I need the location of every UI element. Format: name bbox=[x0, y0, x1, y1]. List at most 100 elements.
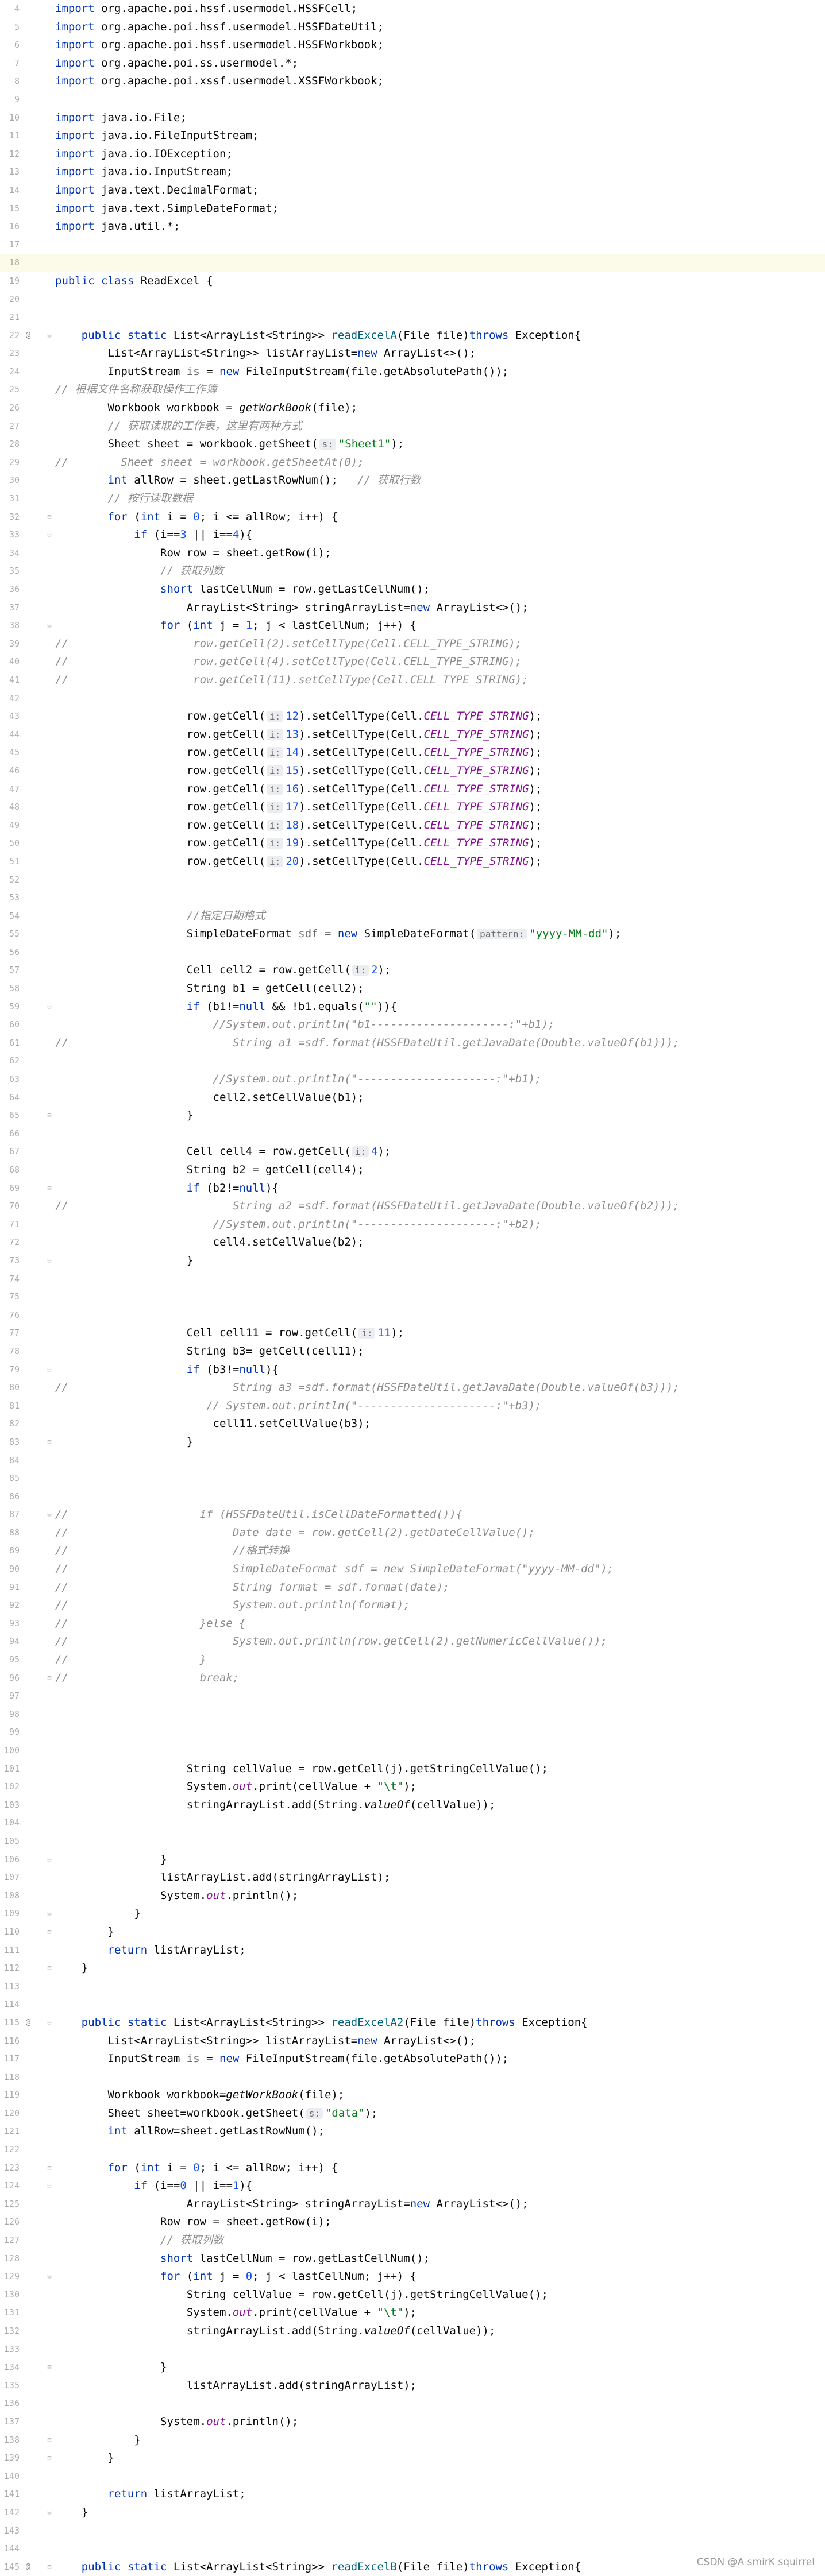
code-line[interactable]: 104 bbox=[0, 1814, 825, 1832]
code-line[interactable]: 83 ⊟ } bbox=[0, 1433, 825, 1452]
code-line[interactable]: 126 Row row = sheet.getRow(i); bbox=[0, 2213, 825, 2231]
code-line[interactable]: 18 bbox=[0, 254, 825, 272]
code-line[interactable]: 131 System.out.print(cellValue + "\t"); bbox=[0, 2304, 825, 2322]
code-line[interactable]: 11 import java.io.FileInputStream; bbox=[0, 127, 825, 145]
code-line[interactable]: 144 bbox=[0, 2540, 825, 2558]
code-line[interactable]: 124 ⊟ if (i==0 || i==1){ bbox=[0, 2177, 825, 2195]
code-line[interactable]: 113 bbox=[0, 1978, 825, 1996]
code-line[interactable]: 46 row.getCell(i: 15).setCellType(Cell.CE… bbox=[0, 762, 825, 780]
code-line[interactable]: 29 // Sheet sheet = workbook.getSheetAt(0… bbox=[0, 454, 825, 472]
fold-toggle-icon[interactable]: ⊟ bbox=[45, 1851, 53, 1869]
code-line[interactable]: 115 @ ⊟ public static List<ArrayList<Strin… bbox=[0, 2014, 825, 2032]
code-line[interactable]: 89 // //格式转换 bbox=[0, 1542, 825, 1560]
fold-toggle-icon[interactable]: ⊟ bbox=[45, 2358, 53, 2377]
code-line[interactable]: 91 // String format = sdf.format(date); bbox=[0, 1579, 825, 1597]
code-line[interactable]: 65 ⊟ } bbox=[0, 1107, 825, 1125]
code-line[interactable]: 53 bbox=[0, 889, 825, 907]
code-line[interactable]: 101 String cellValue = row.getCell(j).ge… bbox=[0, 1760, 825, 1778]
code-line[interactable]: 88 // Date date = row.getCell(2).getDateC… bbox=[0, 1524, 825, 1542]
code-line[interactable]: 68 String b2 = getCell(cell4); bbox=[0, 1161, 825, 1179]
fold-toggle-icon[interactable]: ⊟ bbox=[45, 2431, 53, 2450]
code-line[interactable]: 7 import org.apache.poi.ss.usermodel.*; bbox=[0, 55, 825, 73]
code-line[interactable]: 66 bbox=[0, 1125, 825, 1143]
code-line[interactable]: 106 ⊟ } bbox=[0, 1851, 825, 1869]
fold-toggle-icon[interactable]: ⊟ bbox=[45, 327, 53, 345]
code-line[interactable]: 55 SimpleDateFormat sdf = new SimpleDate… bbox=[0, 925, 825, 943]
code-line[interactable]: 129 ⊟ for (int j = 0; j < lastCellNum; j+… bbox=[0, 2268, 825, 2286]
code-line[interactable]: 57 Cell cell2 = row.getCell(i: 2); bbox=[0, 961, 825, 980]
code-line[interactable]: 5 import org.apache.poi.hssf.usermodel.HS… bbox=[0, 18, 825, 37]
code-line[interactable]: 9 bbox=[0, 91, 825, 109]
code-line[interactable]: 16 import java.util.*; bbox=[0, 218, 825, 236]
code-line[interactable]: 39 // row.getCell(2).setCellType(Cell.CEL… bbox=[0, 635, 825, 653]
code-line[interactable]: 20 bbox=[0, 291, 825, 309]
code-line[interactable]: 76 bbox=[0, 1306, 825, 1325]
fold-toggle-icon[interactable]: ⊟ bbox=[45, 1905, 53, 1923]
fold-toggle-icon[interactable]: ⊟ bbox=[45, 2014, 53, 2032]
code-line[interactable]: 102 System.out.print(cellValue + "\t"); bbox=[0, 1778, 825, 1796]
fold-toggle-icon[interactable]: ⊟ bbox=[45, 1252, 53, 1270]
code-line[interactable]: 6 import org.apache.poi.hssf.usermodel.HS… bbox=[0, 36, 825, 55]
code-line[interactable]: 14 import java.text.DecimalFormat; bbox=[0, 181, 825, 200]
code-line[interactable]: 19 public class ReadExcel { bbox=[0, 272, 825, 291]
code-line[interactable]: 141 return listArrayList; bbox=[0, 2485, 825, 2504]
code-line[interactable]: 72 cell4.setCellValue(b2); bbox=[0, 1233, 825, 1252]
code-line[interactable]: 79 ⊟ if (b3!=null){ bbox=[0, 1361, 825, 1379]
code-line[interactable]: 61 // String a1 =sdf.format(HSSFDateUtil.… bbox=[0, 1034, 825, 1053]
code-line[interactable]: 77 Cell cell11 = row.getCell(i: 11); bbox=[0, 1324, 825, 1343]
code-line[interactable]: 136 bbox=[0, 2395, 825, 2413]
code-line[interactable]: 27 // 获取读取的工作表，这里有两种方式 bbox=[0, 417, 825, 436]
fold-toggle-icon[interactable]: ⊟ bbox=[45, 617, 53, 635]
code-line[interactable]: 125 ArrayList<String> stringArrayList=ne… bbox=[0, 2195, 825, 2214]
code-line[interactable]: 94 // System.out.println(row.getCell(2).g… bbox=[0, 1633, 825, 1651]
code-line[interactable]: 42 bbox=[0, 690, 825, 708]
code-line[interactable]: 130 String cellValue = row.getCell(j).ge… bbox=[0, 2286, 825, 2304]
fold-toggle-icon[interactable]: ⊟ bbox=[45, 2504, 53, 2522]
code-line[interactable]: 10 import java.io.File; bbox=[0, 109, 825, 127]
code-line[interactable]: 8 import org.apache.poi.xssf.usermodel.XS… bbox=[0, 72, 825, 91]
code-line[interactable]: 80 // String a3 =sdf.format(HSSFDateUtil.… bbox=[0, 1379, 825, 1397]
fold-toggle-icon[interactable]: ⊟ bbox=[45, 526, 53, 544]
code-line[interactable]: 114 bbox=[0, 1995, 825, 2014]
code-line[interactable]: 45 row.getCell(i: 14).setCellType(Cell.CE… bbox=[0, 744, 825, 762]
code-line[interactable]: 105 bbox=[0, 1832, 825, 1851]
code-line[interactable]: 64 cell2.setCellValue(b1); bbox=[0, 1089, 825, 1107]
code-line[interactable]: 13 import java.io.InputStream; bbox=[0, 163, 825, 181]
fold-toggle-icon[interactable]: ⊟ bbox=[45, 2177, 53, 2195]
code-line[interactable]: 52 bbox=[0, 871, 825, 889]
code-line[interactable]: 134 ⊟ } bbox=[0, 2358, 825, 2377]
code-line[interactable]: 95 // } bbox=[0, 1651, 825, 1669]
code-line[interactable]: 48 row.getCell(i: 17).setCellType(Cell.CE… bbox=[0, 798, 825, 817]
code-line[interactable]: 23 List<ArrayList<String>> listArrayList… bbox=[0, 345, 825, 363]
fold-toggle-icon[interactable]: ⊟ bbox=[45, 1506, 53, 1524]
code-line[interactable]: 33 ⊟ if (i==3 || i==4){ bbox=[0, 526, 825, 544]
fold-toggle-icon[interactable]: ⊟ bbox=[45, 1361, 53, 1379]
code-line[interactable]: 103 stringArrayList.add(String.valueOf(c… bbox=[0, 1796, 825, 1815]
code-line[interactable]: 112 ⊟ } bbox=[0, 1959, 825, 1978]
code-line[interactable]: 30 int allRow = sheet.getLastRowNum(); /… bbox=[0, 471, 825, 490]
code-editor[interactable]: 4 import org.apache.poi.hssf.usermodel.HS… bbox=[0, 0, 825, 2573]
code-line[interactable]: 58 String b1 = getCell(cell2); bbox=[0, 980, 825, 998]
code-line[interactable]: 25 // 根据文件名称获取操作工作簿 bbox=[0, 381, 825, 399]
code-line[interactable]: 49 row.getCell(i: 18).setCellType(Cell.CE… bbox=[0, 817, 825, 835]
code-line[interactable]: 98 bbox=[0, 1705, 825, 1724]
code-line[interactable]: 71 //System.out.println("---------------… bbox=[0, 1216, 825, 1234]
code-line[interactable]: 51 row.getCell(i: 20).setCellType(Cell.CE… bbox=[0, 853, 825, 871]
code-line[interactable]: 135 listArrayList.add(stringArrayList); bbox=[0, 2377, 825, 2395]
code-line[interactable]: 26 Workbook workbook = getWorkBook(file)… bbox=[0, 399, 825, 417]
code-line[interactable]: 139 ⊟ } bbox=[0, 2449, 825, 2467]
code-line[interactable]: 100 bbox=[0, 1742, 825, 1760]
code-line[interactable]: 50 row.getCell(i: 19).setCellType(Cell.CE… bbox=[0, 834, 825, 853]
code-line[interactable]: 62 bbox=[0, 1052, 825, 1070]
code-line[interactable]: 122 bbox=[0, 2141, 825, 2159]
code-line[interactable]: 12 import java.io.IOException; bbox=[0, 145, 825, 164]
code-line[interactable]: 132 stringArrayList.add(String.valueOf(c… bbox=[0, 2322, 825, 2341]
code-line[interactable]: 107 listArrayList.add(stringArrayList); bbox=[0, 1869, 825, 1887]
code-line[interactable]: 138 ⊟ } bbox=[0, 2431, 825, 2450]
code-line[interactable]: 140 bbox=[0, 2467, 825, 2486]
code-line[interactable]: 38 ⊟ for (int j = 1; j < lastCellNum; j++… bbox=[0, 617, 825, 635]
override-marker-icon[interactable]: @ bbox=[23, 2558, 33, 2576]
code-line[interactable]: 137 System.out.println(); bbox=[0, 2413, 825, 2431]
fold-toggle-icon[interactable]: ⊟ bbox=[45, 998, 53, 1016]
code-line[interactable]: 99 bbox=[0, 1723, 825, 1742]
